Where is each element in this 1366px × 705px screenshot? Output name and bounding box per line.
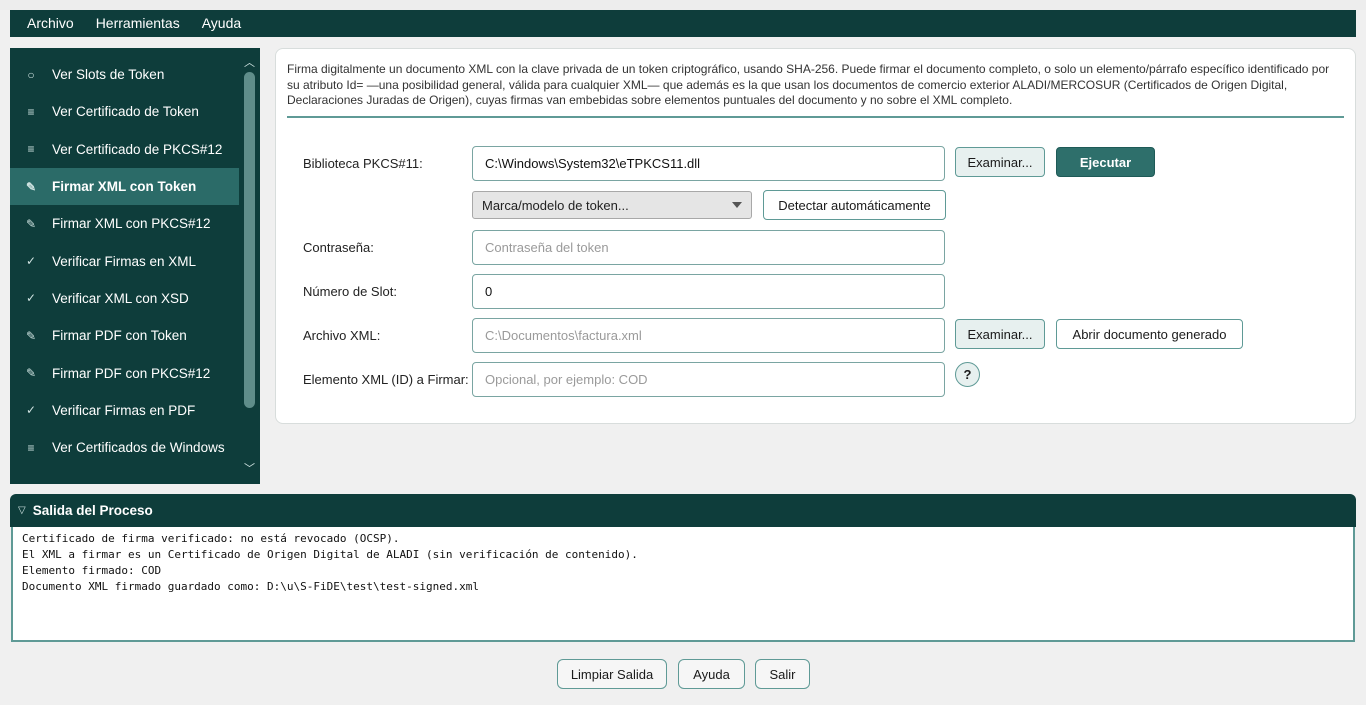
collapse-triangle-icon: ▽ — [18, 505, 26, 516]
library-path-field[interactable] — [472, 146, 945, 181]
sidebar-item-firmar-pdf-token[interactable]: ✎ Firmar PDF con Token — [10, 317, 239, 354]
sidebar-item-label: Firmar XML con PKCS#12 — [52, 216, 211, 232]
pen-icon: ✎ — [25, 216, 37, 231]
sidebar: ○ Ver Slots de Token ≡ Ver Certificado d… — [10, 48, 260, 484]
sidebar-item-ver-certificado-pkcs12[interactable]: ≡ Ver Certificado de PKCS#12 — [10, 131, 239, 168]
sidebar-item-label: Verificar XML con XSD — [52, 290, 189, 306]
sidebar-item-label: Firmar PDF con Token — [52, 328, 187, 344]
clear-output-button[interactable]: Limpiar Salida — [557, 659, 667, 689]
exit-button[interactable]: Salir — [755, 659, 810, 689]
token-model-selected: Marca/modelo de token... — [482, 197, 629, 213]
detect-auto-button[interactable]: Detectar automáticamente — [763, 190, 946, 220]
library-label: Biblioteca PKCS#11: — [303, 156, 423, 171]
main-panel: Firma digitalmente un documento XML con … — [275, 48, 1356, 424]
element-id-label: Elemento XML (ID) a Firmar: — [303, 372, 469, 387]
help-button[interactable]: Ayuda — [678, 659, 745, 689]
sidebar-item-label: Verificar Firmas en PDF — [52, 402, 196, 418]
sidebar-item-label: Firmar PDF con PKCS#12 — [52, 365, 211, 381]
sidebar-item-label: Ver Certificado de Token — [52, 104, 199, 120]
chevron-down-icon — [732, 202, 742, 208]
list-icon: ≡ — [27, 440, 35, 455]
sidebar-item-label: Verificar Firmas en XML — [52, 253, 197, 269]
list-icon: ≡ — [27, 142, 35, 157]
menu-herramientas[interactable]: Herramientas — [85, 10, 191, 37]
browse-library-button[interactable]: Examinar... — [955, 147, 1045, 177]
title-strip — [0, 0, 1366, 10]
pen-icon: ✎ — [25, 179, 37, 194]
output-title: Salida del Proceso — [32, 503, 153, 518]
menu-bar: Archivo Herramientas Ayuda — [10, 10, 1356, 37]
sidebar-item-label: Firmar XML con Token — [52, 179, 197, 195]
tool-description: Firma digitalmente un documento XML con … — [287, 62, 1330, 107]
output-header[interactable]: ▽ Salida del Proceso — [10, 494, 1356, 527]
check-icon: ✓ — [25, 403, 37, 418]
slot-label: Número de Slot: — [303, 284, 397, 299]
element-id-field[interactable] — [472, 362, 945, 397]
sidebar-item-firmar-pdf-pkcs12[interactable]: ✎ Firmar PDF con PKCS#12 — [10, 354, 239, 391]
list-icon: ≡ — [27, 104, 35, 119]
slot-number-field[interactable] — [472, 274, 945, 309]
sidebar-item-ver-certificado-token[interactable]: ≡ Ver Certificado de Token — [10, 93, 239, 130]
sidebar-item-label: Ver Certificados de Windows — [52, 440, 225, 456]
chevron-up-icon[interactable]: ︿ — [243, 56, 256, 70]
help-icon[interactable]: ? — [955, 362, 980, 387]
browse-xml-button[interactable]: Examinar... — [955, 319, 1045, 349]
token-model-select[interactable]: Marca/modelo de token... — [472, 191, 752, 219]
output-log[interactable]: Certificado de firma verificado: no está… — [11, 527, 1355, 642]
xml-file-field[interactable] — [472, 318, 945, 353]
sidebar-item-verificar-firmas-xml[interactable]: ✓ Verificar Firmas en XML — [10, 242, 239, 279]
description-divider — [287, 116, 1344, 118]
open-generated-button[interactable]: Abrir documento generado — [1056, 319, 1243, 349]
circle-icon: ○ — [27, 67, 35, 82]
xml-file-label: Archivo XML: — [303, 328, 381, 343]
menu-ayuda[interactable]: Ayuda — [191, 10, 252, 37]
sidebar-item-firmar-xml-pkcs12[interactable]: ✎ Firmar XML con PKCS#12 — [10, 205, 239, 242]
sidebar-item-firmar-xml-token[interactable]: ✎ Firmar XML con Token — [10, 167, 239, 206]
sidebar-scroll-thumb[interactable] — [244, 72, 255, 408]
sidebar-item-label: Ver Slots de Token — [52, 67, 165, 83]
check-icon: ✓ — [25, 291, 37, 306]
sidebar-scrollbar[interactable]: ︿ ﹀ — [243, 56, 256, 478]
pen-icon: ✎ — [25, 366, 37, 381]
execute-button[interactable]: Ejecutar — [1056, 147, 1155, 177]
sidebar-item-verificar-xml-xsd[interactable]: ✓ Verificar XML con XSD — [10, 280, 239, 317]
password-label: Contraseña: — [303, 240, 374, 255]
sidebar-item-verificar-firmas-pdf[interactable]: ✓ Verificar Firmas en PDF — [10, 392, 239, 429]
sidebar-item-ver-certificados-windows[interactable]: ≡ Ver Certificados de Windows — [10, 429, 239, 466]
sidebar-list: ○ Ver Slots de Token ≡ Ver Certificado d… — [10, 56, 239, 466]
pen-icon: ✎ — [25, 328, 37, 343]
menu-archivo[interactable]: Archivo — [16, 10, 85, 37]
sidebar-item-ver-slots[interactable]: ○ Ver Slots de Token — [10, 56, 239, 93]
sidebar-item-label: Ver Certificado de PKCS#12 — [52, 141, 223, 157]
chevron-down-icon[interactable]: ﹀ — [243, 462, 256, 476]
check-icon: ✓ — [25, 254, 37, 269]
password-field[interactable] — [472, 230, 945, 265]
